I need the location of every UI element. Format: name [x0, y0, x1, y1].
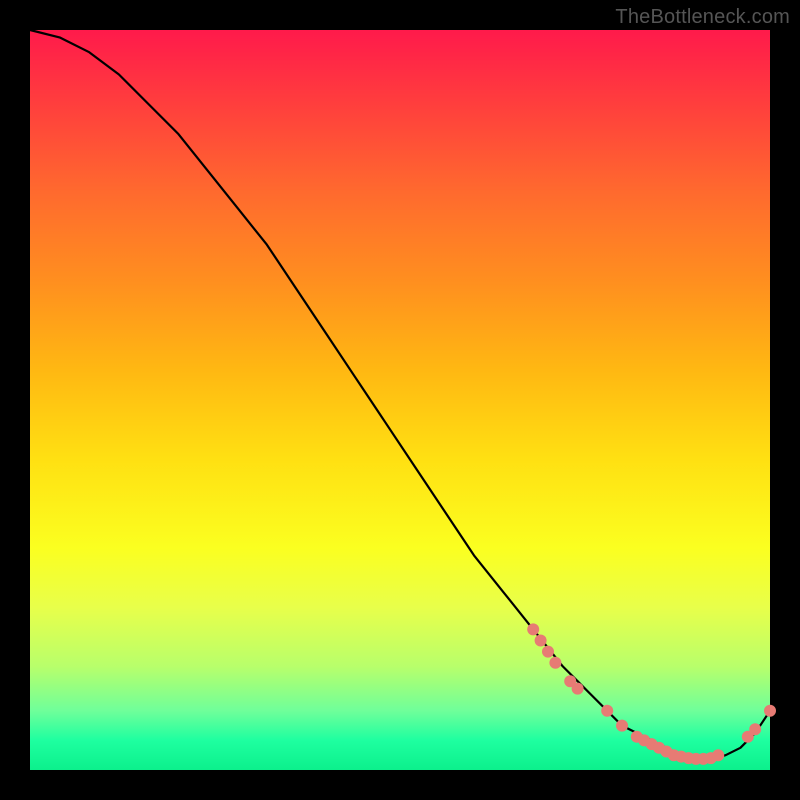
marker-dot: [616, 720, 628, 732]
plot-area: [30, 30, 770, 770]
marker-dot: [764, 705, 776, 717]
marker-dot: [535, 635, 547, 647]
marker-dot: [749, 723, 761, 735]
chart-svg: [30, 30, 770, 770]
marker-dot: [549, 657, 561, 669]
marker-dot: [712, 749, 724, 761]
chart-frame: TheBottleneck.com: [0, 0, 800, 800]
watermark-text: TheBottleneck.com: [615, 6, 790, 29]
marker-dot: [527, 623, 539, 635]
marker-dot: [542, 646, 554, 658]
marker-dot: [601, 705, 613, 717]
curve-path: [30, 30, 770, 759]
marker-dot: [572, 683, 584, 695]
